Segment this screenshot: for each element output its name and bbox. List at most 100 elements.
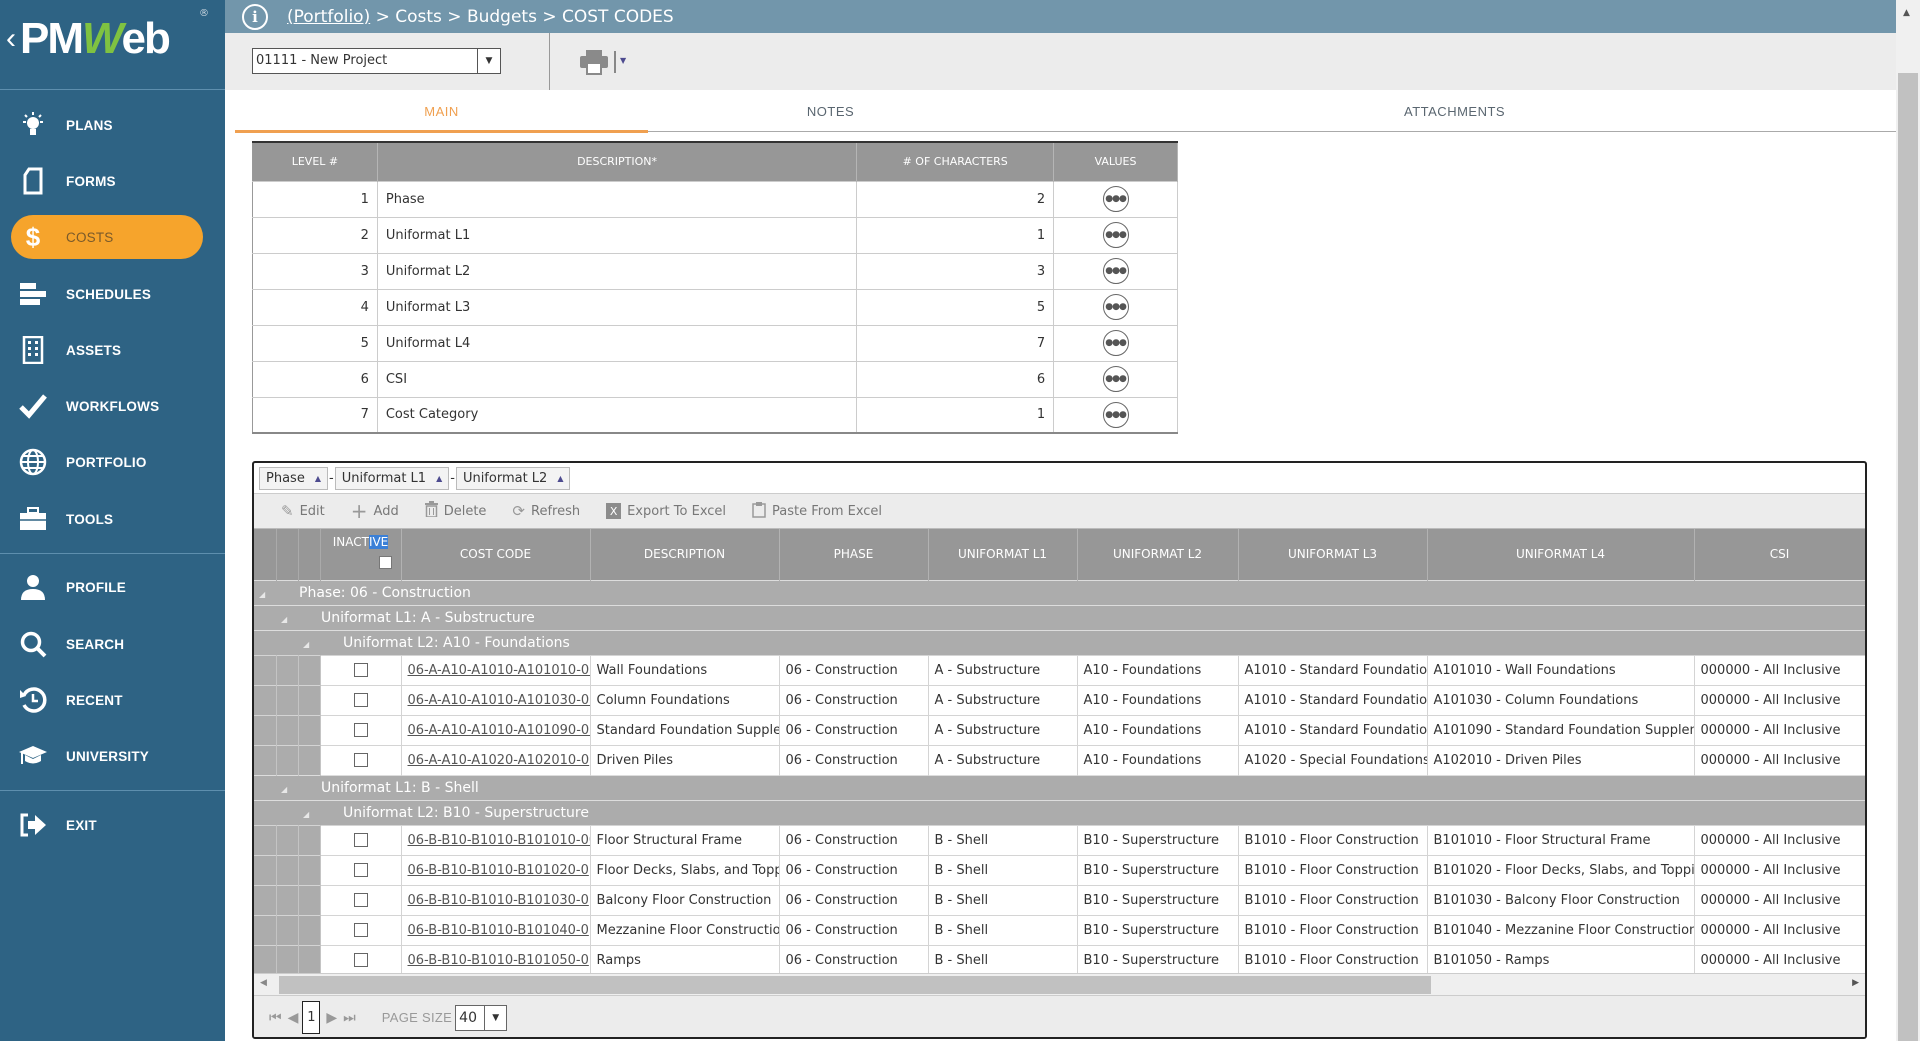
uniformat-l3-cell[interactable]: B1010 - Floor Construction [1238,824,1428,855]
level-row[interactable]: 5 Uniformat L4 7 ●●● [252,324,1178,361]
csi-cell[interactable]: 000000 - All Inclusive [1694,684,1865,715]
column-header-level[interactable]: LEVEL # [252,141,378,181]
csi-cell[interactable]: 000000 - All Inclusive [1694,914,1865,945]
uniformat-l2-cell[interactable]: A10 - Foundations [1077,714,1239,745]
uniformat-l1-cell[interactable]: B - Shell [928,944,1078,975]
more-options-icon[interactable]: ●●● [1102,294,1129,320]
uniformat-l4-cell[interactable]: B101020 - Floor Decks, Slabs, and Toppin… [1427,854,1695,885]
description-cell[interactable]: Column Foundations [590,684,780,715]
cost-code-row[interactable]: 06-A-A10-A1010-A101090-00 Standard Founda… [254,714,1865,745]
column-header-uniformat-l4[interactable]: UNIFORMAT L4 [1427,529,1695,580]
inactive-checkbox[interactable] [353,723,368,737]
column-header-values[interactable]: VALUES [1053,141,1178,181]
uniformat-l3-cell[interactable]: A1010 - Standard Foundations [1238,684,1428,715]
add-button[interactable]: + Add [351,499,399,523]
uniformat-l2-cell[interactable]: B10 - Superstructure [1077,824,1239,855]
level-description[interactable]: Uniformat L1 [377,216,858,253]
uniformat-l1-cell[interactable]: A - Substructure [928,684,1078,715]
horizontal-scroll-thumb[interactable] [279,976,1431,994]
level-description[interactable]: Phase [377,180,858,217]
refresh-button[interactable]: ⟳ Refresh [512,502,580,520]
phase-cell[interactable]: 06 - Construction [779,944,929,975]
next-page-icon[interactable]: ▶ [326,1010,337,1026]
description-cell[interactable]: Ramps [590,944,780,975]
phase-cell[interactable]: 06 - Construction [779,654,929,685]
level-characters[interactable]: 2 [856,180,1055,217]
uniformat-l3-cell[interactable]: B1010 - Floor Construction [1238,854,1428,885]
cost-code-link[interactable]: 06-A-A10-A1010-A101010-00 [408,663,590,678]
level-row[interactable]: 1 Phase 2 ●●● [252,180,1178,217]
collapse-triangle-icon[interactable]: ◢ [303,640,317,649]
uniformat-l1-cell[interactable]: B - Shell [928,914,1078,945]
uniformat-l4-cell[interactable]: B101010 - Floor Structural Frame [1427,824,1695,855]
group-row-phase[interactable]: ◢ Phase: 06 - Construction [254,579,1865,605]
cost-code-link[interactable]: 06-B-B10-B1010-B101020-0 [408,863,589,878]
uniformat-l4-cell[interactable]: B101030 - Balcony Floor Construction [1427,884,1695,915]
cost-code-row[interactable]: 06-B-B10-B1010-B101030-0 Balcony Floor Co… [254,884,1865,915]
sidebar-item-assets[interactable]: ASSETS [0,328,225,372]
uniformat-l3-cell[interactable]: A1010 - Standard Foundations [1238,714,1428,745]
uniformat-l1-cell[interactable]: A - Substructure [928,744,1078,775]
sort-asc-icon[interactable]: ▲ [436,474,442,483]
level-description[interactable]: Uniformat L3 [377,288,858,325]
inactive-checkbox[interactable] [353,753,368,767]
project-select[interactable]: 01111 - New Project ▼ [252,48,501,74]
column-header-description[interactable]: DESCRIPTION* [377,141,858,181]
breadcrumb-portfolio-link[interactable]: (Portfolio) [287,7,370,27]
vertical-scroll-thumb[interactable] [1898,73,1918,1041]
sidebar-item-search[interactable]: SEARCH [0,622,225,666]
more-options-icon[interactable]: ●●● [1102,330,1129,356]
uniformat-l4-cell[interactable]: B101040 - Mezzanine Floor Construction [1427,914,1695,945]
description-cell[interactable]: Floor Structural Frame [590,824,780,855]
more-options-icon[interactable]: ●●● [1102,366,1129,392]
sidebar-item-exit[interactable]: EXIT [0,803,225,847]
phase-cell[interactable]: 06 - Construction [779,914,929,945]
csi-cell[interactable]: 000000 - All Inclusive [1694,654,1865,685]
column-header-uniformat-l1[interactable]: UNIFORMAT L1 [928,529,1078,580]
column-header-csi[interactable]: CSI [1694,529,1865,580]
level-characters[interactable]: 6 [856,360,1055,397]
level-characters[interactable]: 5 [856,288,1055,325]
cost-code-row[interactable]: 06-B-B10-B1010-B101050-0 Ramps 06 - Constr… [254,944,1865,975]
collapse-triangle-icon[interactable]: ◢ [259,590,273,599]
description-cell[interactable]: Wall Foundations [590,654,780,685]
sidebar-item-university[interactable]: UNIVERSITY [0,734,225,778]
cost-code-row[interactable]: 06-A-A10-A1020-A102010-0 Driven Piles 06 -… [254,744,1865,775]
uniformat-l3-cell[interactable]: A1010 - Standard Foundations [1238,654,1428,685]
sidebar-item-costs[interactable]: $ COSTS [0,215,225,259]
csi-cell[interactable]: 000000 - All Inclusive [1694,714,1865,745]
column-header-inactive[interactable]: INACTIVE [320,529,402,580]
level-description[interactable]: Cost Category [377,396,858,433]
uniformat-l3-cell[interactable]: B1010 - Floor Construction [1238,944,1428,975]
uniformat-l2-cell[interactable]: B10 - Superstructure [1077,944,1239,975]
phase-cell[interactable]: 06 - Construction [779,884,929,915]
more-options-icon[interactable]: ●●● [1102,186,1129,212]
collapse-triangle-icon[interactable]: ◢ [281,785,295,794]
level-characters[interactable]: 1 [856,396,1055,433]
page-vertical-scrollbar[interactable]: ▲ [1896,0,1920,1041]
group-row-uniformat-l2[interactable]: ◢ Uniformat L2: B10 - Superstructure [254,799,1865,825]
phase-cell[interactable]: 06 - Construction [779,744,929,775]
uniformat-l2-cell[interactable]: A10 - Foundations [1077,654,1239,685]
more-options-icon[interactable]: ●●● [1102,401,1129,428]
cost-code-link[interactable]: 06-A-A10-A1010-A101030-00 [408,693,590,708]
column-header-description[interactable]: DESCRIPTION [590,529,780,580]
level-row[interactable]: 2 Uniformat L1 1 ●●● [252,216,1178,253]
column-header-phase[interactable]: PHASE [779,529,929,580]
last-page-icon[interactable]: ⏭ [343,1010,356,1026]
edit-button[interactable]: ✎ Edit [281,502,325,520]
cost-code-link[interactable]: 06-B-B10-B1010-B101010-00 [408,833,590,848]
more-options-icon[interactable]: ●●● [1102,258,1129,284]
uniformat-l1-cell[interactable]: A - Substructure [928,714,1078,745]
uniformat-l3-cell[interactable]: B1010 - Floor Construction [1238,884,1428,915]
inactive-checkbox[interactable] [353,833,368,847]
sidebar-item-tools[interactable]: TOOLS [0,497,225,541]
scroll-up-arrow-icon[interactable]: ▲ [1903,8,1910,18]
tab-attachments[interactable]: ATTACHMENTS [1013,90,1896,132]
sort-asc-icon[interactable]: ▲ [557,474,563,483]
tab-notes[interactable]: NOTES [648,90,1013,132]
sidebar-item-workflows[interactable]: WORKFLOWS [0,384,225,428]
cost-code-link[interactable]: 06-A-A10-A1010-A101090-00 [408,723,590,738]
level-row[interactable]: 4 Uniformat L3 5 ●●● [252,288,1178,325]
uniformat-l4-cell[interactable]: A101010 - Wall Foundations [1427,654,1695,685]
